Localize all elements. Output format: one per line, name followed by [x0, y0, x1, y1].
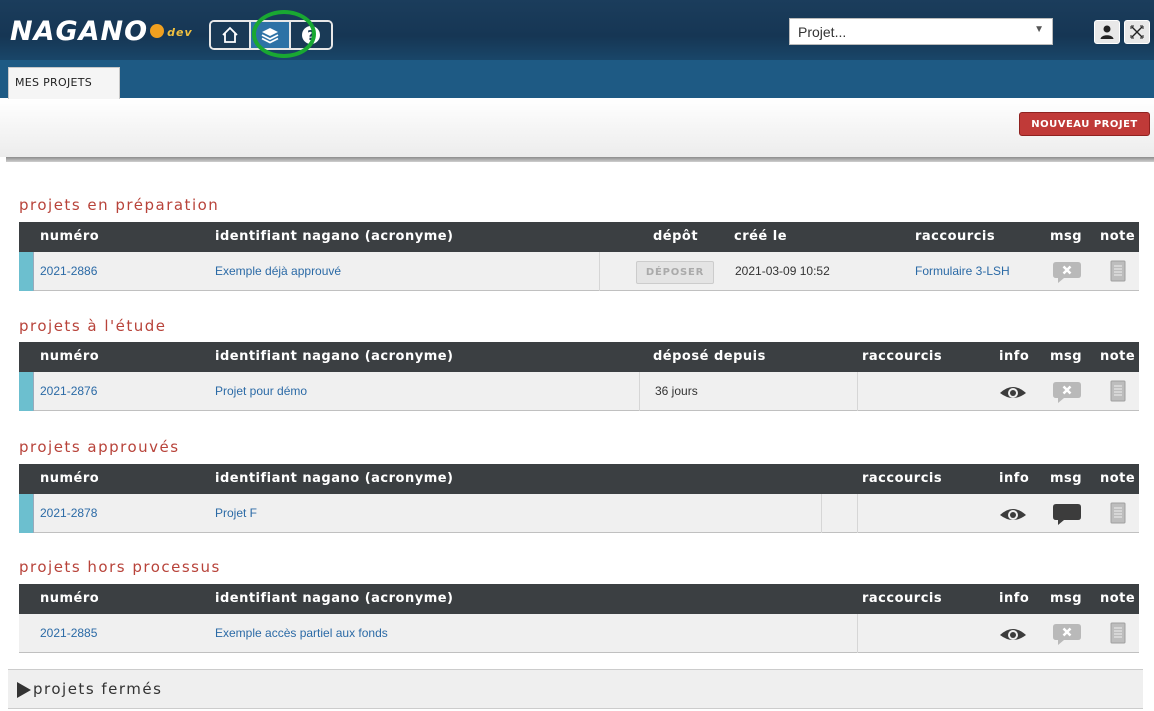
expand-arrow-icon: [17, 682, 31, 698]
note-icon[interactable]: [1110, 502, 1126, 524]
shortcut-link[interactable]: Formulaire 3-LSH: [915, 264, 1010, 278]
logo-text: NAGANO: [10, 16, 149, 47]
project-select[interactable]: Projet... ▼: [789, 18, 1053, 45]
chevron-down-icon: ▼: [1034, 24, 1044, 35]
tab-mes-projets[interactable]: MES PROJETS: [8, 67, 120, 99]
header-msg: msg: [1050, 349, 1083, 364]
tab-band: [0, 60, 1154, 98]
close-button[interactable]: [1124, 20, 1150, 44]
row-accent: [19, 252, 34, 291]
project-number-link[interactable]: 2021-2878: [40, 506, 97, 520]
home-icon: [222, 26, 238, 43]
header-identifiant: identifiant nagano (acronyme): [215, 591, 454, 606]
column-divider: [639, 372, 640, 411]
header-note: note: [1100, 471, 1136, 486]
header-note: note: [1100, 349, 1136, 364]
header-identifiant: identifiant nagano (acronyme): [215, 229, 454, 244]
section-title-hors-processus: projets hors processus: [19, 558, 221, 576]
project-name-link[interactable]: Exemple déjà approuvé: [215, 264, 341, 278]
close-icon: [1130, 25, 1144, 39]
header-msg: msg: [1050, 591, 1083, 606]
header-numero: numéro: [40, 349, 100, 364]
header-info: info: [999, 349, 1030, 364]
header-identifiant: identifiant nagano (acronyme): [215, 349, 454, 364]
eye-icon[interactable]: [999, 624, 1027, 644]
no-message-icon[interactable]: [1052, 260, 1082, 284]
table-header-preparation: numéro identifiant nagano (acronyme) dép…: [19, 222, 1139, 252]
header-raccourcis: raccourcis: [862, 471, 943, 486]
header-numero: numéro: [40, 471, 100, 486]
header-info: info: [999, 471, 1030, 486]
project-select-value: Projet...: [798, 24, 847, 40]
header-info: info: [999, 591, 1030, 606]
header-depot: dépôt: [653, 229, 699, 244]
section-title-preparation: projets en préparation: [19, 196, 220, 214]
project-name-link[interactable]: Exemple accès partiel aux fonds: [215, 626, 388, 640]
project-number-link[interactable]: 2021-2886: [40, 264, 97, 278]
nagano-logo[interactable]: NAGANO dev: [10, 18, 193, 45]
no-message-icon[interactable]: [1052, 380, 1082, 404]
deposer-button[interactable]: DÉPOSER: [636, 261, 714, 284]
column-divider: [599, 252, 600, 291]
table-header-approuves: numéro identifiant nagano (acronyme) rac…: [19, 464, 1139, 494]
table-row: 2021-2876 Projet pour démo 36 jours: [19, 372, 1139, 411]
no-message-icon[interactable]: [1052, 622, 1082, 646]
column-divider: [857, 494, 858, 533]
header-cree-le: créé le: [734, 229, 788, 244]
project-number-link[interactable]: 2021-2876: [40, 384, 97, 398]
depose-depuis-value: 36 jours: [655, 384, 698, 398]
toolbar-divider: [6, 157, 1154, 162]
column-divider: [857, 372, 858, 411]
project-number-link[interactable]: 2021-2885: [40, 626, 97, 640]
logo-suffix: dev: [167, 26, 193, 39]
header-numero: numéro: [40, 591, 100, 606]
user-button[interactable]: [1094, 20, 1120, 44]
column-divider: [821, 494, 822, 533]
header-raccourcis: raccourcis: [862, 349, 943, 364]
table-header-hors-processus: numéro identifiant nagano (acronyme) rac…: [19, 584, 1139, 614]
eye-icon[interactable]: [999, 382, 1027, 402]
section-title-etude: projets à l'étude: [19, 317, 167, 335]
header-msg: msg: [1050, 471, 1083, 486]
logo-dot: [150, 24, 165, 38]
note-icon[interactable]: [1110, 622, 1126, 644]
header-raccourcis: raccourcis: [915, 229, 996, 244]
column-divider: [857, 614, 858, 653]
header-note: note: [1100, 229, 1136, 244]
user-icon: [1100, 25, 1114, 39]
table-header-etude: numéro identifiant nagano (acronyme) dép…: [19, 342, 1139, 372]
header-depose-depuis: déposé depuis: [653, 349, 766, 364]
home-button[interactable]: [211, 22, 251, 48]
header-numero: numéro: [40, 229, 100, 244]
eye-icon[interactable]: [999, 504, 1027, 524]
message-icon[interactable]: [1052, 502, 1082, 526]
row-accent: [19, 372, 34, 411]
highlight-circle: [252, 10, 316, 58]
project-name-link[interactable]: Projet F: [215, 506, 257, 520]
created-date: 2021-03-09 10:52: [735, 264, 830, 278]
header-identifiant: identifiant nagano (acronyme): [215, 471, 454, 486]
section-title-approuves: projets approuvés: [19, 438, 180, 456]
table-row: 2021-2885 Exemple accès partiel aux fond…: [19, 614, 1139, 653]
section-title-fermes: projets fermés: [33, 680, 163, 698]
project-name-link[interactable]: Projet pour démo: [215, 384, 307, 398]
header-msg: msg: [1050, 229, 1083, 244]
new-project-button[interactable]: NOUVEAU PROJET: [1019, 112, 1150, 136]
table-row: 2021-2878 Projet F: [19, 494, 1139, 533]
toolbar: [0, 99, 1154, 157]
table-row: 2021-2886 Exemple déjà approuvé DÉPOSER …: [19, 252, 1139, 291]
row-accent: [19, 494, 34, 533]
header-note: note: [1100, 591, 1136, 606]
closed-projects-toggle[interactable]: projets fermés: [8, 669, 1143, 709]
note-icon[interactable]: [1110, 380, 1126, 402]
header-raccourcis: raccourcis: [862, 591, 943, 606]
note-icon[interactable]: [1110, 260, 1126, 282]
